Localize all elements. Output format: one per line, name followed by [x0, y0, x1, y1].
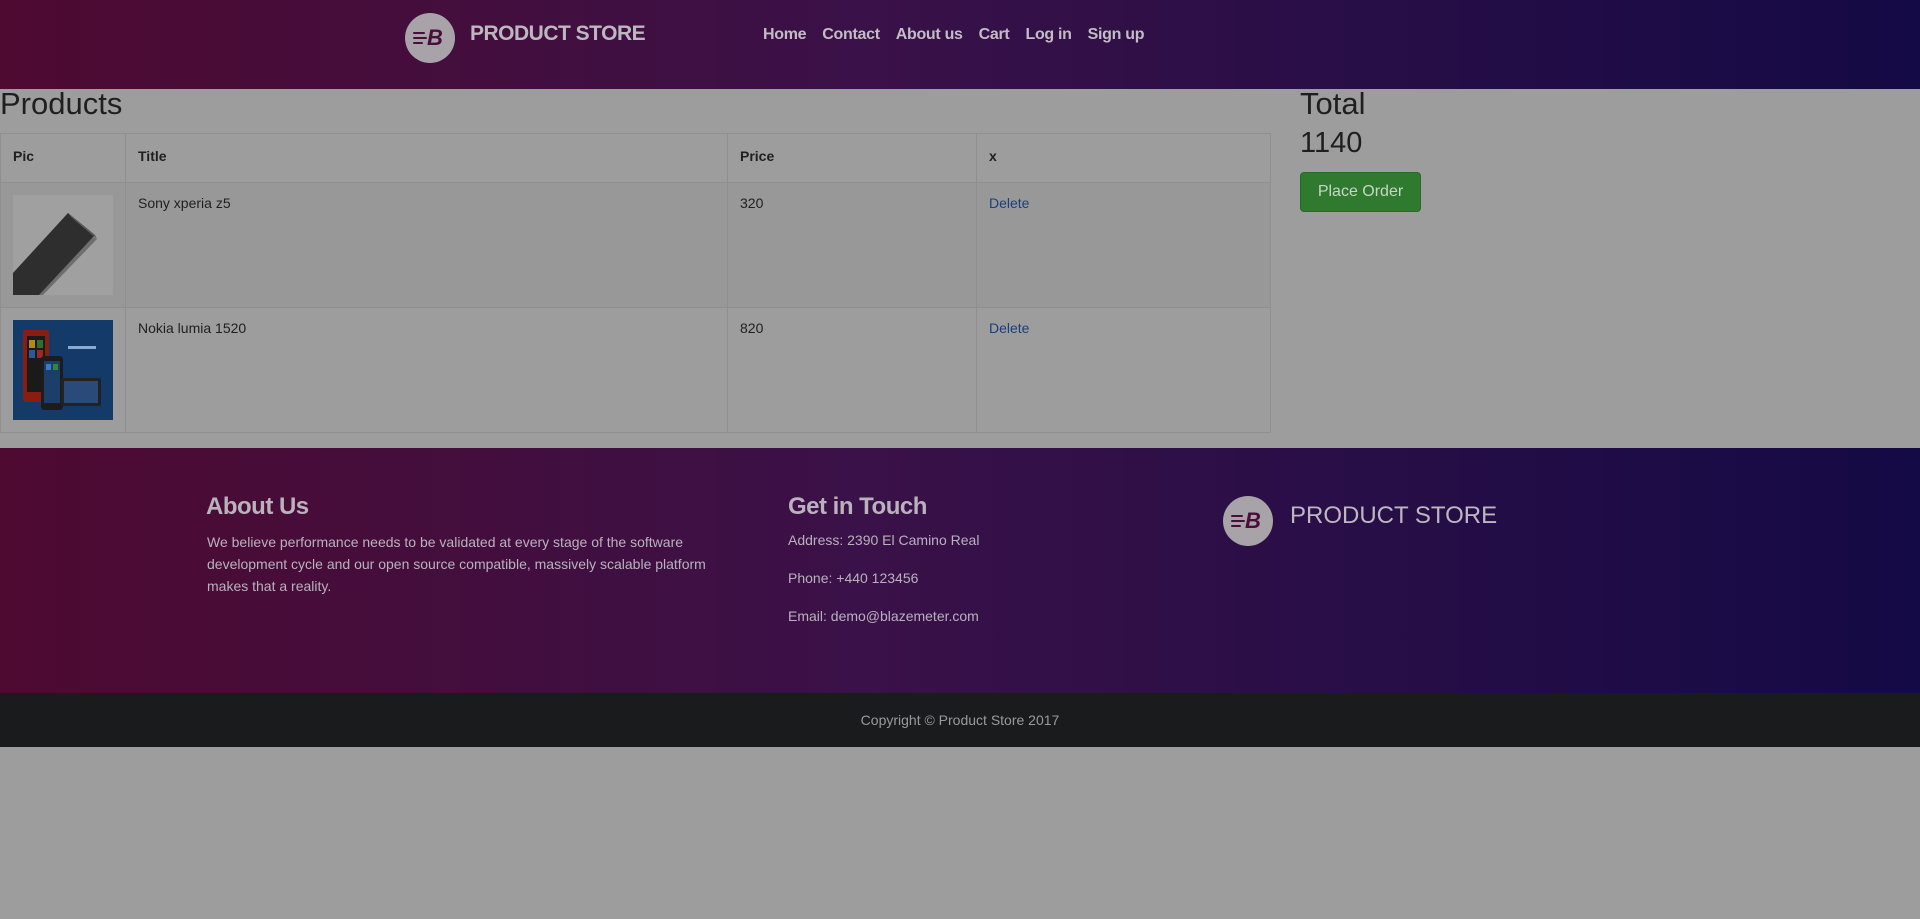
column-header-x: x [976, 133, 1271, 183]
sony-phone-thumbnail [13, 195, 113, 295]
blazemeter-b-logo-icon: B [1223, 496, 1273, 546]
total-value: 1140 [1300, 127, 1363, 159]
delete-link[interactable]: Delete [989, 195, 1029, 211]
products-heading: Products [0, 86, 123, 121]
table-row: Nokia lumia 1520 820 Delete [0, 307, 1271, 433]
table-header-row: Pic Title Price x [0, 133, 1271, 183]
footer-address: Address: 2390 El Camino Real [788, 532, 980, 548]
product-action-cell: Delete [976, 182, 1271, 308]
copyright-text: Copyright © Product Store 2017 [860, 712, 1060, 728]
nav-link-contact[interactable]: Contact [822, 26, 880, 44]
footer-email: Email: demo@blazemeter.com [788, 608, 979, 624]
nav-link-signup[interactable]: Sign up [1088, 26, 1145, 44]
product-pic-cell [0, 307, 126, 433]
column-header-title: Title [125, 133, 728, 183]
table-row: Sony xperia z5 320 Delete [0, 182, 1271, 308]
product-title-cell: Nokia lumia 1520 [125, 307, 728, 433]
footer-contact-heading: Get in Touch [788, 493, 927, 520]
footer: About Us We believe performance needs to… [0, 448, 1920, 693]
top-navbar: B PRODUCT STORE Home Contact About us Ca… [0, 0, 1920, 89]
total-heading: Total [1300, 86, 1366, 121]
blazemeter-b-logo-icon[interactable]: B [405, 13, 455, 63]
product-pic-cell [0, 182, 126, 308]
navbar-brand[interactable]: PRODUCT STORE [470, 22, 646, 46]
nav-link-about[interactable]: About us [896, 26, 963, 44]
copyright-bar: Copyright © Product Store 2017 [0, 693, 1920, 747]
column-header-pic: Pic [0, 133, 126, 183]
footer-about-heading: About Us [206, 493, 309, 520]
nav-links: Home Contact About us Cart Log in Sign u… [763, 26, 1160, 44]
nav-link-cart[interactable]: Cart [979, 26, 1010, 44]
footer-brand: PRODUCT STORE [1290, 502, 1498, 529]
nav-link-login[interactable]: Log in [1025, 26, 1071, 44]
product-price-cell: 820 [727, 307, 977, 433]
nokia-phone-thumbnail [13, 320, 113, 420]
column-header-price: Price [727, 133, 977, 183]
cart-table: Pic Title Price x Sony xperia z5 320 Del… [0, 133, 1271, 433]
place-order-button[interactable]: Place Order [1300, 172, 1421, 212]
product-title-cell: Sony xperia z5 [125, 182, 728, 308]
product-action-cell: Delete [976, 307, 1271, 433]
nav-link-home[interactable]: Home [763, 26, 807, 44]
footer-about-text: We believe performance needs to be valid… [207, 534, 706, 594]
delete-link[interactable]: Delete [989, 320, 1029, 336]
product-price-cell: 320 [727, 182, 977, 308]
footer-phone: Phone: +440 123456 [788, 570, 919, 586]
